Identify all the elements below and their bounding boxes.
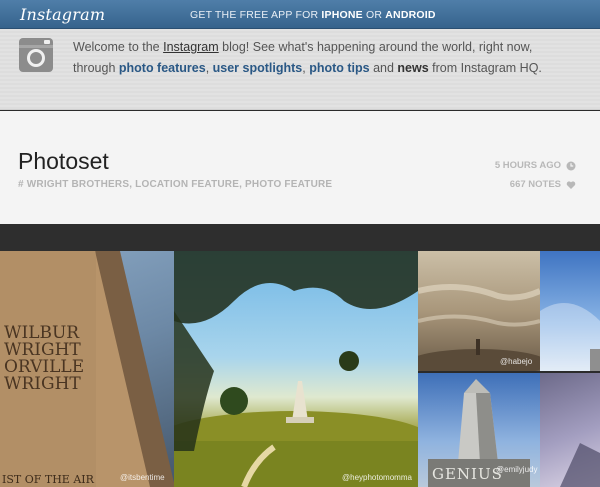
promo-or: OR — [362, 9, 386, 21]
intro-text-part: Welcome to the — [73, 40, 164, 54]
user-spotlights-link[interactable]: user spotlights — [213, 61, 303, 75]
photoset-divider — [0, 224, 600, 251]
app-promo: GET THE FREE APP FOR IPHONE OR ANDROID — [190, 9, 436, 21]
clock-icon — [566, 161, 576, 170]
photo-monument-inscription[interactable]: WILBUR WRIGHT ORVILLE WRIGHT IST OF THE … — [0, 251, 174, 487]
inscription-line: WRIGHT — [4, 374, 81, 394]
instagram-logo[interactable]: Instagram — [20, 5, 105, 24]
intro-text-part: and — [369, 61, 398, 75]
photo-credit[interactable]: @itsbentime — [120, 473, 165, 482]
post-notes[interactable]: 667 NOTES — [510, 179, 576, 190]
intro-text: Welcome to the Instagram blog! See what'… — [73, 37, 578, 79]
sepia-graphic — [418, 284, 540, 371]
photo-blue-sky[interactable] — [540, 251, 600, 371]
post-tags: # WRIGHT BROTHERS, LOCATION FEATURE, PHOT… — [18, 179, 332, 190]
android-link[interactable]: ANDROID — [385, 9, 435, 21]
photo-sepia-monument[interactable]: @habejo — [418, 251, 540, 371]
photo-credit[interactable]: @emilyjudy — [496, 465, 537, 474]
photo-purple-sky[interactable] — [540, 373, 600, 487]
photo-genius-monument[interactable]: GENIUS @emilyjudy — [418, 373, 540, 487]
time-label: 5 HOURS AGO — [494, 160, 561, 171]
post-time[interactable]: 5 HOURS AGO — [495, 160, 576, 171]
hill-graphic — [174, 251, 418, 487]
hash-icon: # — [18, 179, 24, 190]
top-bar: Instagram GET THE FREE APP FOR IPHONE OR… — [0, 0, 600, 29]
intro-text-part: , — [205, 61, 213, 75]
tag-links[interactable]: WRIGHT BROTHERS, LOCATION FEATURE, PHOTO… — [27, 179, 333, 190]
promo-text: GET THE FREE APP FOR — [190, 9, 322, 21]
inscription-bottom: IST OF THE AIR — [2, 473, 94, 486]
post-title[interactable]: Photoset — [18, 148, 109, 175]
heart-icon — [566, 180, 576, 189]
photo-credit[interactable]: @habejo — [500, 357, 532, 366]
camera-icon — [19, 38, 53, 72]
genius-inscription: GENIUS — [432, 465, 503, 483]
purple-graphic — [560, 443, 600, 487]
photo-features-link[interactable]: photo features — [119, 61, 206, 75]
photo-tips-link[interactable]: photo tips — [309, 61, 369, 75]
notes-label: 667 NOTES — [509, 179, 561, 190]
instagram-link[interactable]: Instagram — [163, 40, 219, 54]
photo-credit[interactable]: @heyphotomomma — [342, 473, 412, 482]
photo-monument-hill[interactable]: @heyphotomomma — [174, 251, 418, 487]
sky-graphic — [540, 303, 600, 371]
iphone-link[interactable]: IPHONE — [321, 9, 362, 21]
intro-text-part: from Instagram HQ. — [428, 61, 542, 75]
news-link[interactable]: news — [397, 61, 428, 75]
